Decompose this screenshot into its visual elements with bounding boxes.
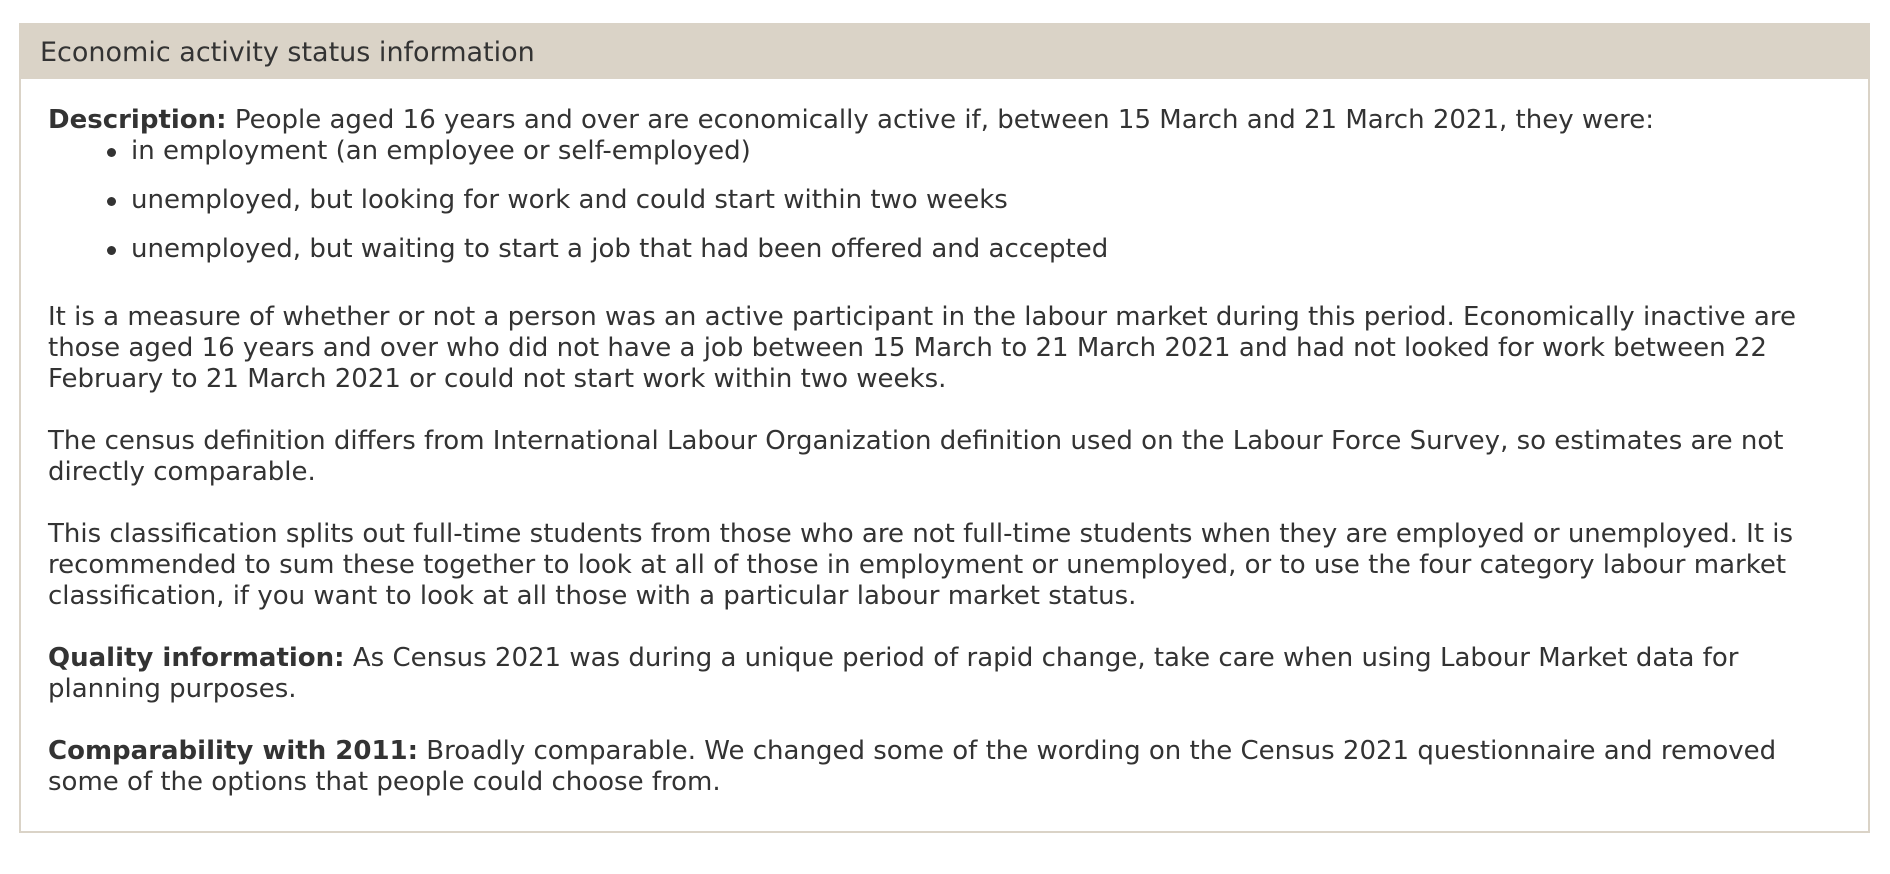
classification-paragraph: This classification splits out full-time… (48, 519, 1794, 611)
list-item: unemployed, but looking for work and cou… (107, 185, 1842, 216)
quality-label: Quality information: (48, 643, 345, 673)
list-item: in employment (an employee or self-emplo… (107, 136, 1842, 167)
description-label: Description: (48, 105, 227, 135)
panel-body: Description: People aged 16 years and ov… (21, 79, 1868, 798)
panel-title: Economic activity status information (40, 36, 535, 68)
measure-paragraph: It is a measure of whether or not a pers… (48, 302, 1796, 394)
comparability-paragraph: Comparability with 2011: Broadly compara… (48, 736, 1842, 798)
comparability-label: Comparability with 2011: (48, 736, 419, 766)
list-item: unemployed, but waiting to start a job t… (107, 234, 1842, 265)
quality-paragraph: Quality information: As Census 2021 was … (48, 643, 1842, 705)
definition-paragraph: The census definition differs from Inter… (48, 426, 1784, 487)
description-paragraph: Description: People aged 16 years and ov… (48, 105, 1842, 136)
info-panel: Economic activity status information Des… (19, 23, 1870, 833)
criteria-list: in employment (an employee or self-emplo… (48, 136, 1842, 265)
description-text: People aged 16 years and over are econom… (226, 105, 1654, 135)
panel-header: Economic activity status information (21, 25, 1868, 79)
